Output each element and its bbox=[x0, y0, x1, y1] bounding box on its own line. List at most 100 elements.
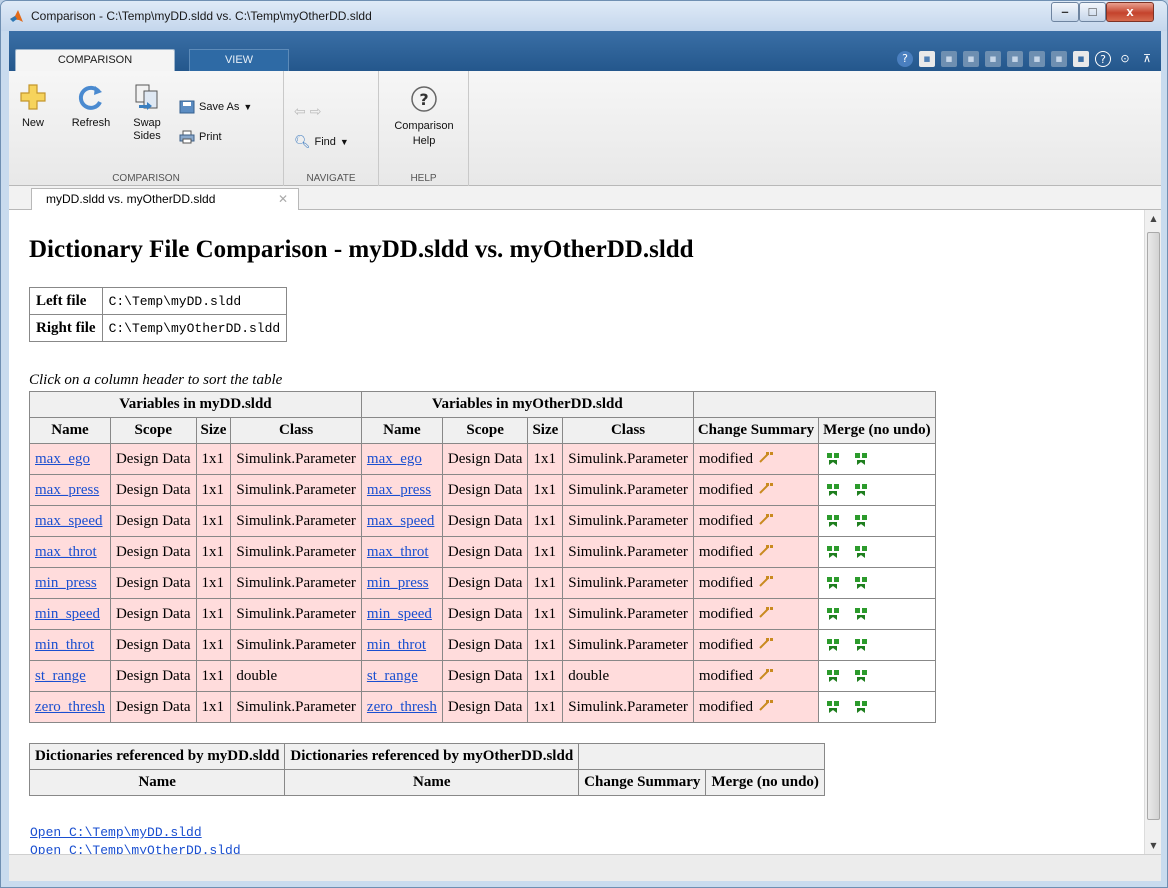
close-button[interactable]: x bbox=[1106, 2, 1154, 22]
col-left-size[interactable]: Size bbox=[195, 417, 232, 444]
col-left-name[interactable]: Name bbox=[29, 417, 111, 444]
merge-to-left-icon[interactable] bbox=[826, 514, 840, 528]
refs-col-left-name[interactable]: Name bbox=[28, 769, 286, 796]
right-variable-link[interactable]: min_speed bbox=[367, 606, 432, 622]
right-variable-link[interactable]: max_throt bbox=[367, 544, 429, 560]
compare-details-icon[interactable] bbox=[759, 451, 773, 463]
refs-col-change-summary[interactable]: Change Summary bbox=[578, 769, 707, 796]
right-variable-link[interactable]: max_ego bbox=[367, 451, 422, 467]
left-variable-link[interactable]: max_speed bbox=[35, 513, 102, 529]
open-right-file-link[interactable]: Open C:\Temp\myOtherDD.sldd bbox=[30, 843, 241, 854]
document-tab[interactable]: myDD.sldd vs. myOtherDD.sldd ✕ bbox=[31, 188, 299, 210]
col-right-name[interactable]: Name bbox=[360, 417, 443, 444]
merge-to-right-icon[interactable] bbox=[854, 607, 868, 621]
merge-to-right-icon[interactable] bbox=[854, 545, 868, 559]
refs-col-right-name[interactable]: Name bbox=[284, 769, 580, 796]
compare-details-icon[interactable] bbox=[759, 513, 773, 525]
left-size-cell: 1x1 bbox=[195, 598, 232, 630]
switch-windows-icon[interactable]: ▪ bbox=[1073, 51, 1089, 67]
right-variable-link[interactable]: min_press bbox=[367, 575, 429, 591]
merge-to-right-icon[interactable] bbox=[854, 514, 868, 528]
left-variable-link[interactable]: zero_thresh bbox=[35, 699, 105, 715]
compare-details-icon[interactable] bbox=[759, 544, 773, 556]
options-icon[interactable]: ⊙ bbox=[1117, 51, 1133, 67]
print-button[interactable]: Print bbox=[179, 130, 222, 144]
new-tool-icon[interactable]: ▪ bbox=[919, 51, 935, 67]
merge-to-right-icon[interactable] bbox=[854, 483, 868, 497]
maximize-button[interactable]: □ bbox=[1079, 2, 1106, 22]
right-variable-link[interactable]: st_range bbox=[367, 668, 418, 684]
close-tab-icon[interactable]: ✕ bbox=[278, 189, 288, 209]
vertical-scrollbar[interactable]: ▲ ▼ bbox=[1144, 210, 1161, 854]
scrollbar-thumb[interactable] bbox=[1147, 232, 1160, 820]
help-icon[interactable]: ? bbox=[897, 51, 913, 67]
merge-to-left-icon[interactable] bbox=[826, 576, 840, 590]
merge-cell bbox=[818, 629, 936, 661]
copy-icon[interactable]: ▪ bbox=[985, 51, 1001, 67]
merge-to-left-icon[interactable] bbox=[826, 452, 840, 466]
open-left-file-link[interactable]: Open C:\Temp\myDD.sldd bbox=[30, 825, 202, 840]
col-left-class[interactable]: Class bbox=[230, 417, 362, 444]
save-as-button[interactable]: Save As ▼ bbox=[179, 100, 252, 114]
scroll-up-icon[interactable]: ▲ bbox=[1145, 214, 1162, 223]
left-refs-header: Dictionaries referenced by myDD.sldd bbox=[28, 743, 286, 770]
refresh-icon bbox=[78, 85, 102, 110]
swap-sides-button[interactable]: Swap Sides bbox=[127, 83, 167, 143]
change-summary-cell: modified bbox=[692, 629, 820, 661]
compare-details-icon[interactable] bbox=[759, 606, 773, 618]
previous-next-arrows[interactable]: ⇦ ⇨ bbox=[294, 103, 321, 120]
merge-to-right-icon[interactable] bbox=[854, 576, 868, 590]
left-variable-link[interactable]: max_throt bbox=[35, 544, 97, 560]
left-variable-link[interactable]: max_press bbox=[35, 482, 99, 498]
next-arrow-icon[interactable]: ⇨ bbox=[310, 103, 322, 120]
merge-to-left-icon[interactable] bbox=[826, 607, 840, 621]
merge-to-right-icon[interactable] bbox=[854, 700, 868, 714]
undo-icon[interactable]: ▪ bbox=[1029, 51, 1045, 67]
merge-to-left-icon[interactable] bbox=[826, 669, 840, 683]
col-right-size[interactable]: Size bbox=[527, 417, 564, 444]
refs-col-merge[interactable]: Merge (no undo) bbox=[705, 769, 825, 796]
tab-view[interactable]: VIEW bbox=[189, 49, 289, 71]
right-variable-link[interactable]: min_throt bbox=[367, 637, 426, 653]
help-circle-icon[interactable]: ? bbox=[1095, 51, 1111, 67]
col-merge[interactable]: Merge (no undo) bbox=[818, 417, 936, 444]
find-button[interactable]: 🔍︎ Find ▼ bbox=[294, 134, 349, 150]
refresh-button[interactable]: Refresh bbox=[69, 83, 113, 129]
merge-to-left-icon[interactable] bbox=[826, 545, 840, 559]
collapse-ribbon-icon[interactable]: ⊼ bbox=[1139, 51, 1155, 67]
comparison-help-button[interactable]: ? Comparison Help bbox=[384, 85, 464, 149]
left-variable-link[interactable]: min_throt bbox=[35, 637, 94, 653]
col-change-summary[interactable]: Change Summary bbox=[692, 417, 820, 444]
compare-details-icon[interactable] bbox=[759, 668, 773, 680]
compare-details-icon[interactable] bbox=[759, 575, 773, 587]
left-variable-link[interactable]: st_range bbox=[35, 668, 86, 684]
redo-icon[interactable]: ▪ bbox=[1051, 51, 1067, 67]
left-variable-link[interactable]: min_press bbox=[35, 575, 97, 591]
scroll-down-icon[interactable]: ▼ bbox=[1145, 841, 1162, 850]
previous-arrow-icon[interactable]: ⇦ bbox=[294, 103, 306, 120]
compare-details-icon[interactable] bbox=[759, 482, 773, 494]
merge-to-left-icon[interactable] bbox=[826, 638, 840, 652]
merge-to-left-icon[interactable] bbox=[826, 483, 840, 497]
merge-to-right-icon[interactable] bbox=[854, 669, 868, 683]
col-right-class[interactable]: Class bbox=[562, 417, 694, 444]
compare-details-icon[interactable] bbox=[759, 699, 773, 711]
col-right-scope[interactable]: Scope bbox=[441, 417, 529, 444]
right-variable-link[interactable]: max_speed bbox=[367, 513, 434, 529]
right-name-cell: max_press bbox=[360, 474, 443, 506]
save-icon[interactable]: ▪ bbox=[941, 51, 957, 67]
new-button[interactable]: New bbox=[15, 83, 51, 129]
paste-icon[interactable]: ▪ bbox=[1007, 51, 1023, 67]
tab-comparison[interactable]: COMPARISON bbox=[15, 49, 175, 71]
right-variable-link[interactable]: max_press bbox=[367, 482, 431, 498]
compare-details-icon[interactable] bbox=[759, 637, 773, 649]
col-left-scope[interactable]: Scope bbox=[109, 417, 197, 444]
merge-to-right-icon[interactable] bbox=[854, 638, 868, 652]
merge-to-left-icon[interactable] bbox=[826, 700, 840, 714]
cut-icon[interactable]: ▪ bbox=[963, 51, 979, 67]
left-variable-link[interactable]: max_ego bbox=[35, 451, 90, 467]
merge-to-right-icon[interactable] bbox=[854, 452, 868, 466]
minimize-button[interactable]: – bbox=[1051, 2, 1079, 22]
left-variable-link[interactable]: min_speed bbox=[35, 606, 100, 622]
right-variable-link[interactable]: zero_thresh bbox=[367, 699, 437, 715]
